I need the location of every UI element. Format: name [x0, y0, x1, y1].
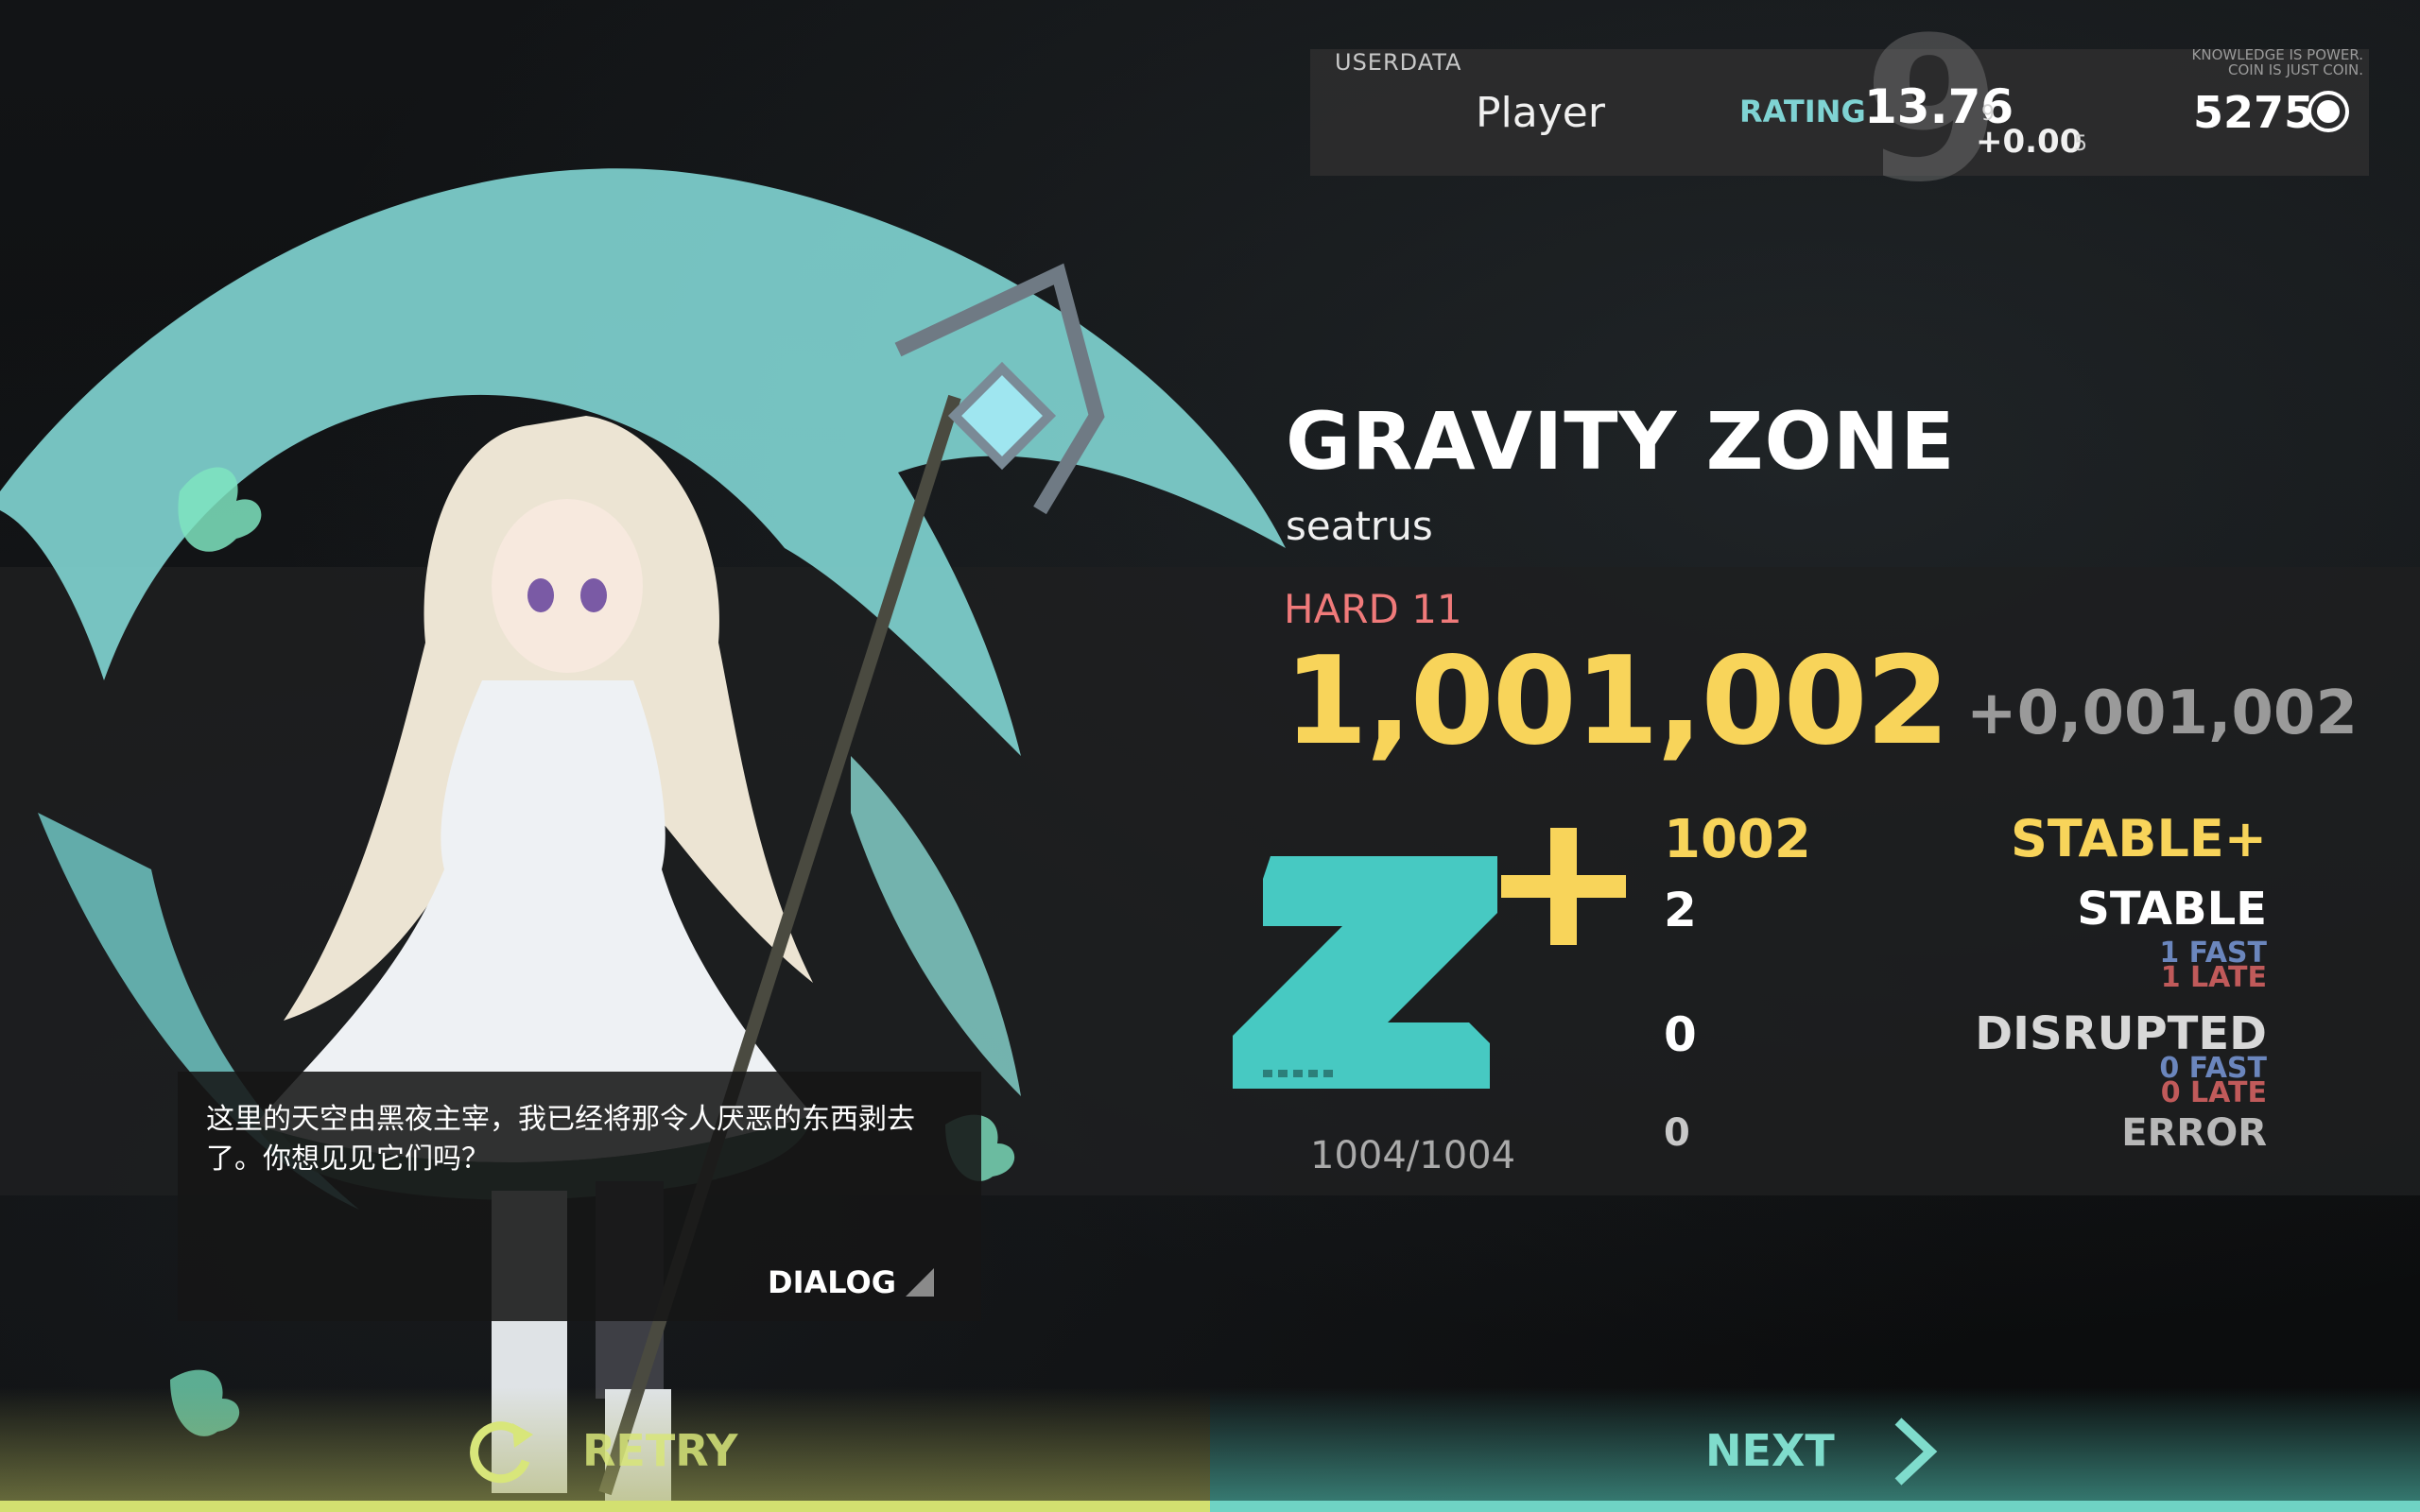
motto: KNOWLEDGE IS POWER. COIN IS JUST COIN. [2192, 47, 2363, 77]
error-label: ERROR [2121, 1111, 2267, 1155]
stable-plus-count: 1002 [1664, 809, 1811, 870]
coin-count: 5275 [2193, 87, 2315, 138]
retry-button[interactable]: RETRY [0, 1387, 1210, 1512]
rating-label: RATING [1739, 94, 1866, 129]
song-title: GRAVITY ZONE [1286, 395, 1956, 488]
grade-plus [1501, 828, 1626, 945]
dialog-text: 这里的天空由黑夜主宰，我已经将那令人厌恶的东西剥去了。你想见见它们吗？ [206, 1103, 915, 1176]
corner-arrow-icon [906, 1268, 934, 1297]
score: 1,001,002 [1284, 631, 1950, 772]
next-button[interactable]: NEXT [1210, 1387, 2420, 1512]
dialog-box: 这里的天空由黑夜主宰，我已经将那令人厌恶的东西剥去了。你想见见它们吗？ DIAL… [178, 1072, 981, 1321]
disrupted-late: 0 LATE [2160, 1076, 2267, 1109]
dialog-button-label: DIALOG [768, 1264, 896, 1300]
grade-letter-z [1233, 856, 1497, 1089]
coin-icon [2308, 91, 2349, 132]
score-delta: +0,001,002 [1966, 679, 2358, 748]
dialog-button[interactable]: DIALOG [768, 1264, 934, 1300]
difficulty-label: HARD 11 [1284, 586, 1462, 632]
userdata-label: USERDATA [1335, 49, 1462, 76]
song-artist: seatrus [1286, 503, 1433, 549]
retry-icon [470, 1421, 533, 1484]
notes-count: 1004/1004 [1310, 1134, 1516, 1177]
rating-delta: +0.00 [1976, 123, 2083, 161]
stable-label: STABLE [2077, 883, 2267, 936]
chevron-right-icon [1894, 1418, 1938, 1486]
stable-late: 1 LATE [2160, 961, 2267, 994]
motto-line-2: COIN IS JUST COIN. [2228, 61, 2363, 78]
disrupted-count: 0 [1664, 1007, 1697, 1062]
grade-badge [1233, 828, 1626, 1089]
stable-plus-label: STABLE+ [2010, 809, 2267, 868]
retry-label: RETRY [582, 1425, 738, 1476]
next-label: NEXT [1705, 1425, 1835, 1476]
motto-line-1: KNOWLEDGE IS POWER. [2191, 46, 2363, 63]
stable-count: 2 [1664, 883, 1697, 937]
player-name: Player [1476, 89, 1605, 137]
rating-delta-sub-digit: 5 [2074, 132, 2087, 156]
userdata-bar: 9 USERDATA Player RATING 13.76 9 +0.00 5… [1310, 11, 2369, 210]
error-count: 0 [1664, 1111, 1690, 1155]
